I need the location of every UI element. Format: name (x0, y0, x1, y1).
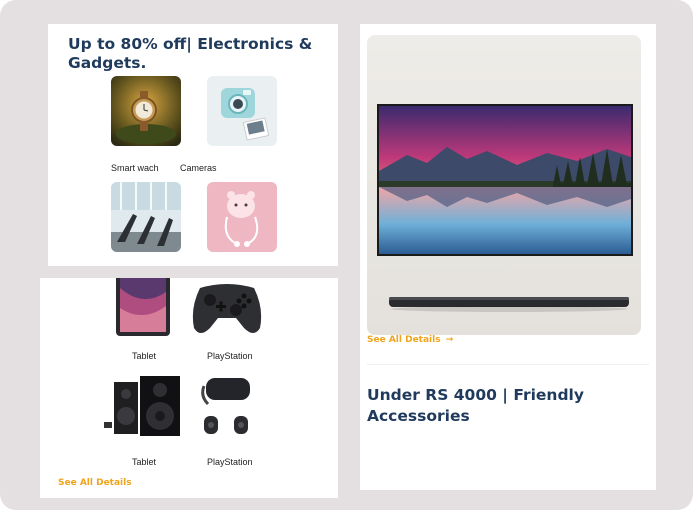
cameras-label[interactable]: Cameras (180, 163, 217, 173)
gamepad-image[interactable] (190, 278, 264, 340)
vr-headset-image[interactable] (200, 372, 256, 442)
accessories-card-title: Under RS 4000 | Friendly Accessories (367, 386, 584, 425)
smart-watch-label[interactable]: Smart wach (111, 163, 159, 173)
gym-equipment-image[interactable] (111, 182, 181, 252)
smart-watch-image[interactable] (111, 76, 181, 146)
tablet-label-1[interactable]: Tablet (132, 351, 156, 361)
see-all-details-text: See All Details (367, 335, 441, 345)
electronics-card-title: Up to 80% off| Electronics & Gadgets. (68, 35, 313, 72)
playstation-label-2[interactable]: PlayStation (207, 457, 253, 467)
page-background: Up to 80% off| Electronics & Gadgets. Sm… (0, 0, 693, 510)
speakers-image[interactable] (104, 376, 182, 438)
see-all-details-link-2[interactable]: See All Details → (367, 335, 453, 345)
wall-tv-image[interactable] (367, 35, 641, 335)
playstation-label-1[interactable]: PlayStation (207, 351, 253, 361)
tablet-image[interactable] (114, 278, 172, 338)
see-all-details-link[interactable]: See All Details (58, 478, 132, 488)
camera-image[interactable] (207, 76, 277, 146)
electronics-card: Up to 80% off| Electronics & Gadgets. Sm… (48, 24, 338, 266)
divider (367, 364, 649, 365)
tablet-label-2[interactable]: Tablet (132, 457, 156, 467)
gaming-card: Tablet PlayStation Tablet PlayStation Se… (40, 278, 338, 498)
arrow-right-icon: → (445, 335, 454, 345)
earphones-case-image[interactable] (207, 182, 277, 252)
accessories-card: See All Details → Under RS 4000 | Friend… (360, 24, 656, 490)
